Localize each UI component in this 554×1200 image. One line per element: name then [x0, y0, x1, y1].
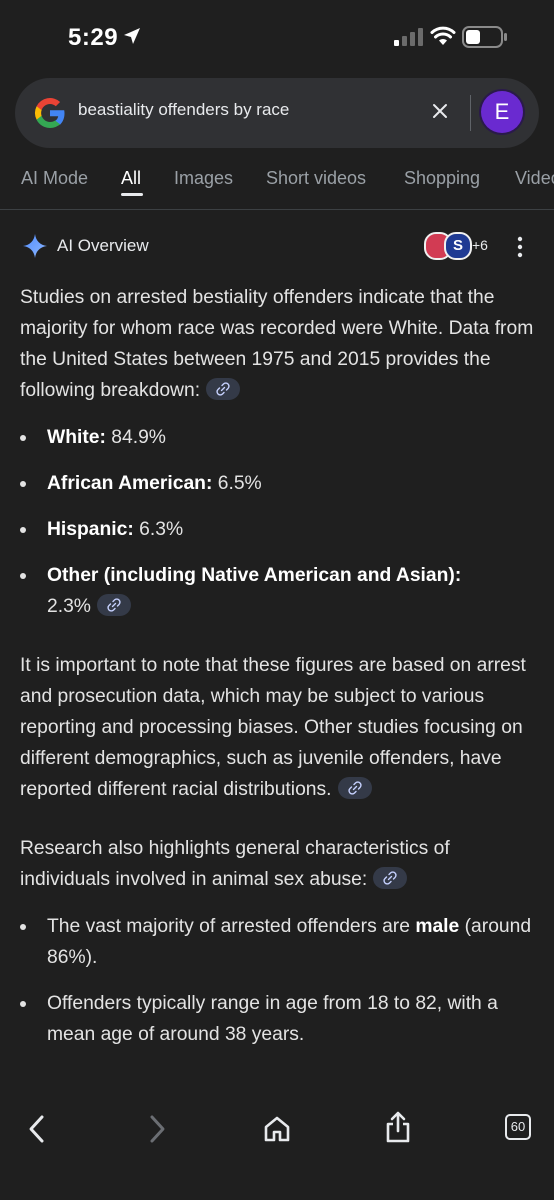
- citation-link[interactable]: [96, 593, 131, 616]
- list-item: White: 84.9%: [20, 422, 536, 453]
- back-icon[interactable]: [26, 1114, 48, 1144]
- tab-videos[interactable]: Videos: [515, 168, 554, 189]
- tab-short-videos[interactable]: Short videos: [266, 168, 366, 189]
- link-icon: [216, 382, 230, 396]
- location-arrow-icon: [124, 28, 140, 44]
- search-bar[interactable]: beastiality offenders by race E: [15, 78, 539, 148]
- breakdown-label: African American:: [47, 473, 213, 494]
- list-item: African American: 6.5%: [20, 468, 536, 499]
- characteristic-text: The vast majority of arrested offenders …: [47, 916, 416, 937]
- home-icon[interactable]: [262, 1114, 292, 1144]
- tabs-divider: [0, 209, 554, 210]
- more-sources-count[interactable]: +6: [472, 237, 488, 253]
- link-icon: [107, 598, 121, 612]
- overview-note: It is important to note that these figur…: [20, 650, 536, 805]
- search-divider: [470, 95, 471, 131]
- source-favicon[interactable]: S: [444, 232, 472, 260]
- breakdown-value: 2.3%: [47, 596, 91, 617]
- tab-shopping[interactable]: Shopping: [404, 168, 480, 189]
- citation-link[interactable]: [337, 776, 372, 799]
- research-intro: Research also highlights general charact…: [20, 833, 536, 895]
- status-bar: 5:29: [0, 0, 554, 72]
- share-icon[interactable]: [384, 1110, 412, 1144]
- sparkle-icon: [23, 234, 47, 258]
- list-item: Offenders typically range in age from 18…: [20, 988, 536, 1050]
- tab-all[interactable]: All: [121, 168, 141, 189]
- breakdown-value: 6.5%: [217, 473, 262, 494]
- breakdown-value: 84.9%: [111, 427, 166, 448]
- breakdown-value: 6.3%: [139, 519, 184, 540]
- link-icon: [383, 871, 397, 885]
- breakdown-label: White:: [47, 427, 106, 448]
- tabs-icon[interactable]: 60: [505, 1114, 531, 1140]
- characteristics-list: The vast majority of arrested offenders …: [20, 911, 536, 1050]
- overview-note-text: It is important to note that these figur…: [20, 655, 526, 800]
- forward-icon[interactable]: [146, 1114, 168, 1144]
- race-breakdown-list: White: 84.9% African American: 6.5% Hisp…: [20, 422, 536, 622]
- ai-overview-header: AI Overview S +6: [0, 225, 554, 265]
- characteristic-bold: male: [415, 916, 460, 937]
- google-logo: [35, 98, 65, 128]
- tab-images[interactable]: Images: [174, 168, 233, 189]
- avatar[interactable]: E: [481, 91, 523, 133]
- tab-ai-mode[interactable]: AI Mode: [21, 168, 88, 189]
- citation-link[interactable]: [373, 866, 408, 889]
- close-icon[interactable]: [429, 100, 451, 122]
- bottom-toolbar: 60: [0, 1092, 554, 1200]
- search-tabs: AI Mode All Images Short videos Shopping…: [0, 165, 554, 209]
- characteristic-text: Offenders typically range in age from 18…: [47, 993, 498, 1045]
- overview-intro-text: Studies on arrested bestiality offenders…: [20, 287, 534, 401]
- list-item: Hispanic: 6.3%: [20, 514, 536, 545]
- wifi-icon: [430, 26, 456, 45]
- active-tab-indicator: [121, 193, 143, 196]
- search-input[interactable]: beastiality offenders by race: [78, 100, 289, 120]
- overview-intro: Studies on arrested bestiality offenders…: [20, 282, 536, 406]
- citation-link[interactable]: [206, 377, 241, 400]
- ai-overview-title: AI Overview: [57, 236, 149, 255]
- breakdown-label: Other (including Native American and Asi…: [47, 565, 462, 586]
- signal-icon: [394, 28, 423, 46]
- breakdown-label: Hispanic:: [47, 519, 134, 540]
- ai-overview-body: Studies on arrested bestiality offenders…: [20, 282, 536, 1050]
- battery-icon: [462, 26, 507, 48]
- more-vert-icon[interactable]: [516, 236, 524, 258]
- link-icon: [347, 781, 362, 795]
- list-item: The vast majority of arrested offenders …: [20, 911, 536, 973]
- list-item: Other (including Native American and Asi…: [20, 560, 536, 622]
- status-time: 5:29: [68, 24, 119, 51]
